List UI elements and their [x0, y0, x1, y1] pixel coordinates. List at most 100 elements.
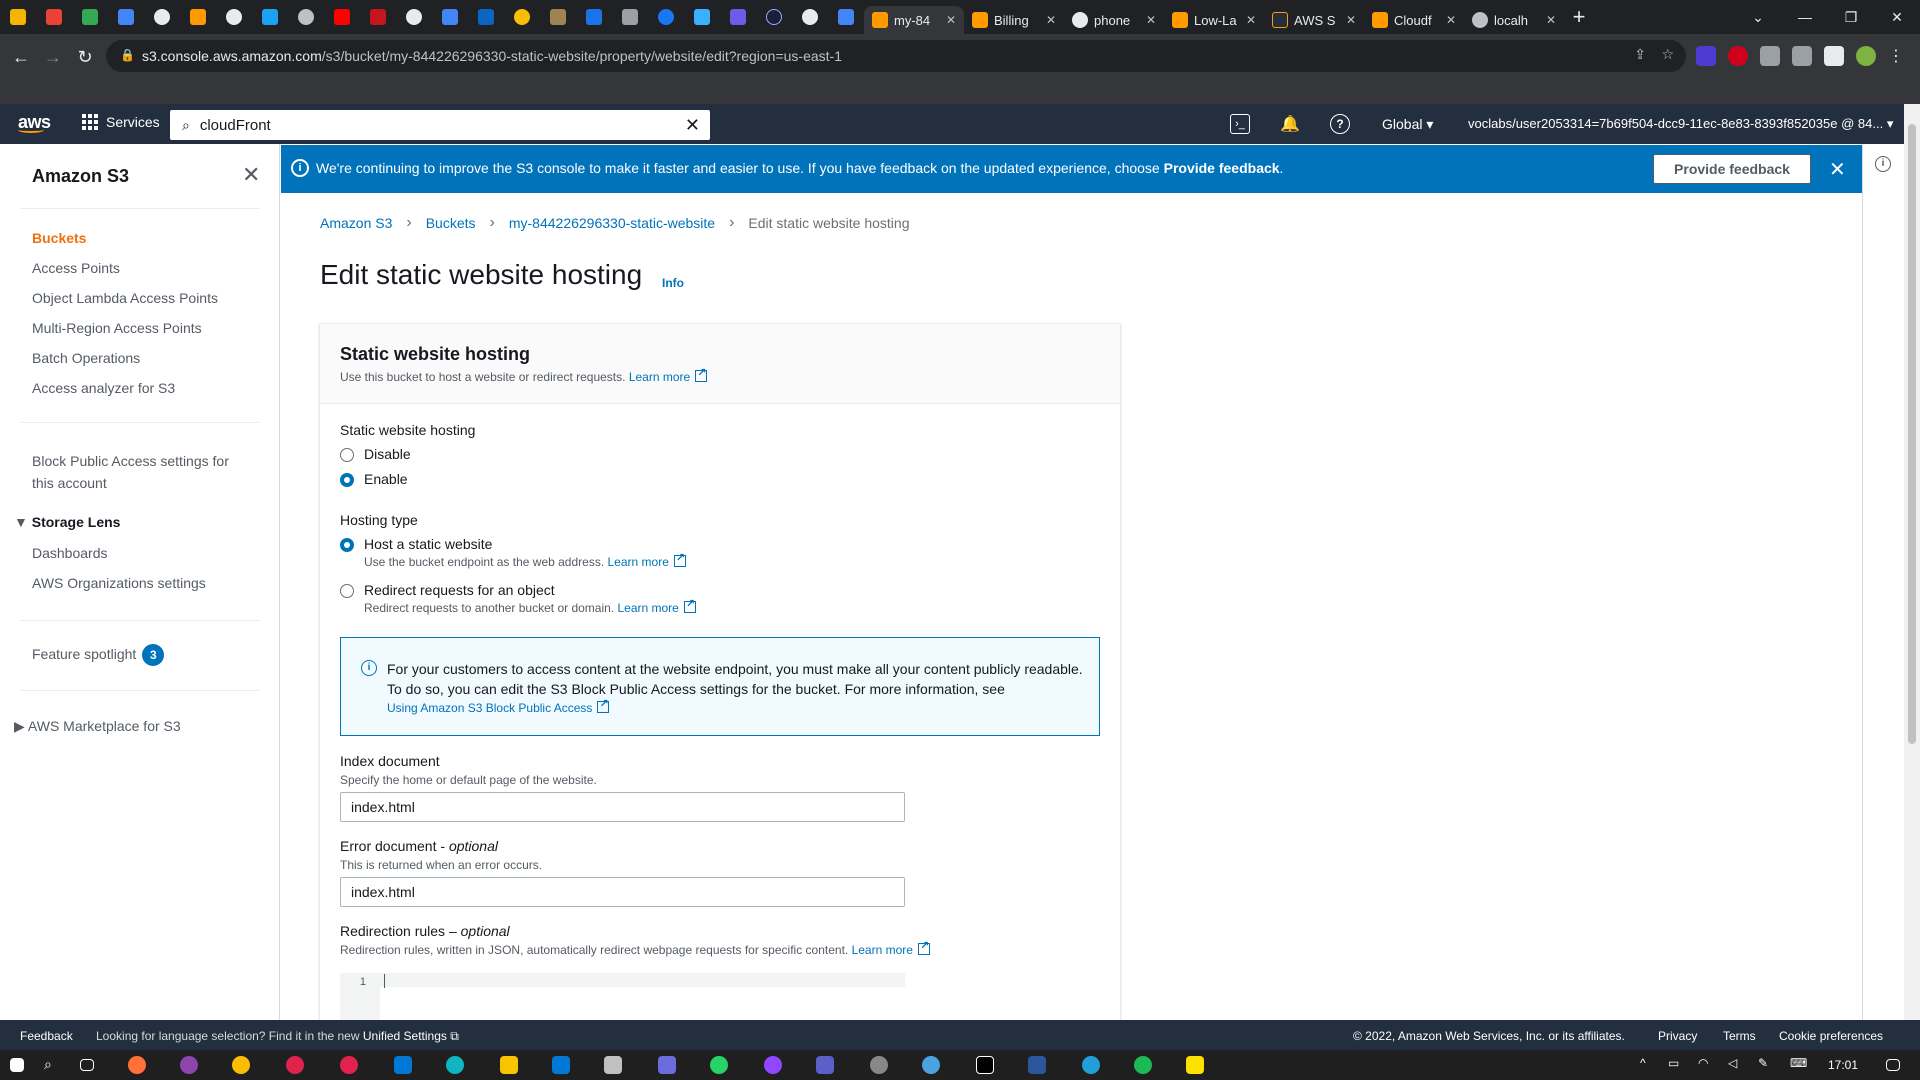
- pinned-tab[interactable]: [540, 0, 576, 34]
- aws-logo[interactable]: aws: [18, 112, 51, 133]
- scrollbar[interactable]: [1904, 104, 1920, 1020]
- pinned-tab[interactable]: [108, 0, 144, 34]
- app-icon[interactable]: [764, 1056, 782, 1074]
- mail-icon[interactable]: [552, 1056, 570, 1074]
- back-button[interactable]: ←: [6, 42, 36, 72]
- extension-icon[interactable]: [1696, 46, 1716, 66]
- extensions-puzzle-icon[interactable]: [1792, 46, 1812, 66]
- pinned-tab[interactable]: [504, 0, 540, 34]
- help-icon[interactable]: ?: [1330, 114, 1350, 134]
- breadcrumb-amazon-s3[interactable]: Amazon S3: [320, 215, 392, 231]
- storage-lens-section[interactable]: ▼ Storage Lens: [14, 514, 120, 530]
- radio-disable[interactable]: Disable: [340, 446, 411, 462]
- pen-icon[interactable]: ✎: [1758, 1056, 1776, 1074]
- sidebar-item-org-settings[interactable]: AWS Organizations settings: [32, 575, 206, 591]
- close-icon[interactable]: ✕: [1246, 13, 1256, 27]
- info-icon[interactable]: i: [1875, 156, 1891, 172]
- sidebar-item-marketplace[interactable]: ▶ AWS Marketplace for S3: [14, 718, 181, 735]
- intellij-icon[interactable]: [976, 1056, 994, 1074]
- app-icon[interactable]: [922, 1056, 940, 1074]
- pinned-tab[interactable]: [756, 0, 792, 34]
- search-input[interactable]: ⌕ cloudFront ✕: [170, 110, 710, 140]
- battery-icon[interactable]: ▭: [1668, 1056, 1686, 1074]
- browser-tab[interactable]: Low-La ✕: [1164, 6, 1264, 34]
- region-selector[interactable]: Global ▾: [1382, 116, 1433, 133]
- notepad-icon[interactable]: [1028, 1056, 1046, 1074]
- close-icon[interactable]: ✕: [1546, 13, 1556, 27]
- wifi-icon[interactable]: ◠: [1698, 1056, 1716, 1074]
- pinned-tab[interactable]: [288, 0, 324, 34]
- sidebar-panel-icon[interactable]: [1824, 46, 1844, 66]
- forward-button[interactable]: →: [38, 42, 68, 72]
- close-icon[interactable]: ✕: [1046, 13, 1056, 27]
- vscode-icon[interactable]: [394, 1056, 412, 1074]
- pinned-tab[interactable]: [144, 0, 180, 34]
- sidebar-item-feature-spotlight[interactable]: Feature spotlight 3: [32, 644, 165, 666]
- index-document-input[interactable]: index.html: [340, 792, 905, 822]
- breadcrumb-buckets[interactable]: Buckets: [426, 215, 476, 231]
- pinned-tab[interactable]: [180, 0, 216, 34]
- pinned-tab[interactable]: [252, 0, 288, 34]
- radio-host-static[interactable]: Host a static website Use the bucket endp…: [340, 536, 686, 569]
- terms-link[interactable]: Terms: [1723, 1029, 1756, 1043]
- radio-button[interactable]: [340, 448, 354, 462]
- opera-icon[interactable]: [286, 1056, 304, 1074]
- new-tab-button[interactable]: +: [1564, 4, 1594, 30]
- remote-desktop-icon[interactable]: [816, 1056, 834, 1074]
- radio-button-selected[interactable]: [340, 473, 354, 487]
- pinned-tab[interactable]: [828, 0, 864, 34]
- learn-more-link[interactable]: Learn more: [608, 551, 686, 569]
- camera-icon[interactable]: [1760, 46, 1780, 66]
- feedback-link[interactable]: Feedback: [20, 1029, 73, 1043]
- app-icon[interactable]: [1134, 1056, 1152, 1074]
- app-icon[interactable]: [870, 1056, 888, 1074]
- chrome-icon[interactable]: [232, 1056, 250, 1074]
- learn-more-link[interactable]: Learn more: [617, 597, 696, 615]
- close-icon[interactable]: ✕: [1146, 13, 1156, 27]
- close-icon[interactable]: ✕: [1346, 13, 1356, 27]
- browser-tab[interactable]: localh ✕: [1464, 6, 1564, 34]
- tray-chevron-icon[interactable]: ^: [1640, 1056, 1658, 1074]
- browser-tab[interactable]: my-84 ✕: [864, 6, 964, 34]
- more-menu-icon[interactable]: ⋮: [1888, 46, 1908, 66]
- sidebar-item-buckets[interactable]: Buckets: [32, 230, 86, 246]
- pinned-tab[interactable]: [576, 0, 612, 34]
- pinned-tab[interactable]: [612, 0, 648, 34]
- json-code-editor[interactable]: 1: [340, 973, 905, 1020]
- firefox-icon[interactable]: [128, 1056, 146, 1074]
- app-icon[interactable]: [180, 1056, 198, 1074]
- close-icon[interactable]: ✕: [946, 13, 956, 27]
- sidebar-item-dashboards[interactable]: Dashboards: [32, 545, 108, 561]
- clock[interactable]: 17:01: [1828, 1058, 1858, 1072]
- close-icon[interactable]: ✕: [1829, 157, 1846, 182]
- pinned-tab[interactable]: [72, 0, 108, 34]
- edge-icon[interactable]: [446, 1056, 464, 1074]
- browser-tab[interactable]: Cloudf ✕: [1364, 6, 1464, 34]
- radio-button-selected[interactable]: [340, 538, 354, 552]
- opera-gx-icon[interactable]: [340, 1056, 358, 1074]
- pinned-tab[interactable]: [396, 0, 432, 34]
- learn-more-link[interactable]: Learn more: [629, 366, 708, 384]
- pinned-tab[interactable]: [468, 0, 504, 34]
- browser-tab[interactable]: Billing ✕: [964, 6, 1064, 34]
- sidebar-item-access-analyzer[interactable]: Access analyzer for S3: [32, 380, 175, 396]
- search-icon[interactable]: ⌕: [44, 1056, 62, 1074]
- notifications-bell-icon[interactable]: 🔔: [1280, 114, 1300, 134]
- account-menu[interactable]: voclabs/user2053314=7b69f504-dcc9-11ec-8…: [1468, 116, 1893, 132]
- bookmark-star-icon[interactable]: ☆: [1661, 46, 1674, 63]
- close-sidebar-icon[interactable]: ✕: [242, 162, 260, 188]
- share-icon[interactable]: ⇪: [1634, 46, 1646, 63]
- services-menu[interactable]: Services: [82, 114, 160, 130]
- browser-tab[interactable]: phone ✕: [1064, 6, 1164, 34]
- scrollbar-thumb[interactable]: [1908, 124, 1916, 744]
- radio-enable[interactable]: Enable: [340, 471, 408, 487]
- pinned-tab[interactable]: [324, 0, 360, 34]
- sidebar-item-batch-operations[interactable]: Batch Operations: [32, 350, 140, 366]
- breadcrumb-bucket[interactable]: my-844226296330-static-website: [509, 215, 715, 231]
- tab-search-chevron-icon[interactable]: ⌄: [1735, 0, 1781, 34]
- windows-start-icon[interactable]: [10, 1058, 24, 1072]
- volume-icon[interactable]: ◁: [1728, 1056, 1746, 1074]
- sticky-notes-icon[interactable]: [1186, 1056, 1204, 1074]
- window-close-button[interactable]: ✕: [1874, 0, 1920, 34]
- profile-avatar[interactable]: [1856, 46, 1876, 66]
